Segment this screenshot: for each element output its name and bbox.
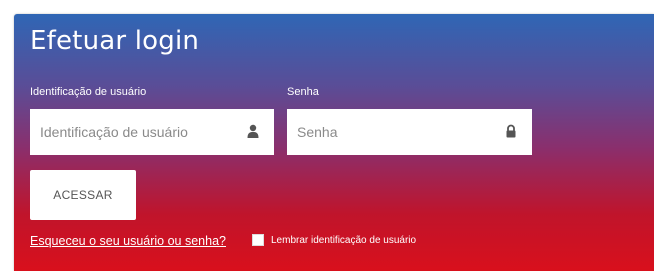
password-input[interactable] <box>287 109 487 155</box>
remember-label: Lembrar identificação de usuário <box>271 234 417 246</box>
lock-icon <box>506 124 516 138</box>
username-label: Identificação de usuário <box>30 86 147 98</box>
user-icon <box>247 124 259 138</box>
remember-checkbox[interactable] <box>252 234 264 246</box>
remember-user-option[interactable]: Lembrar identificação de usuário <box>252 234 416 246</box>
username-input[interactable] <box>30 109 230 155</box>
username-field-container <box>30 109 274 155</box>
login-title: Efetuar login <box>30 26 200 56</box>
forgot-credentials-link[interactable]: Esqueceu o seu usuário ou senha? <box>30 234 226 248</box>
login-panel: Efetuar login Identificação de usuário S… <box>14 14 654 271</box>
access-button[interactable]: ACESSAR <box>30 170 136 220</box>
password-label: Senha <box>287 86 319 98</box>
password-field-container <box>287 109 532 155</box>
